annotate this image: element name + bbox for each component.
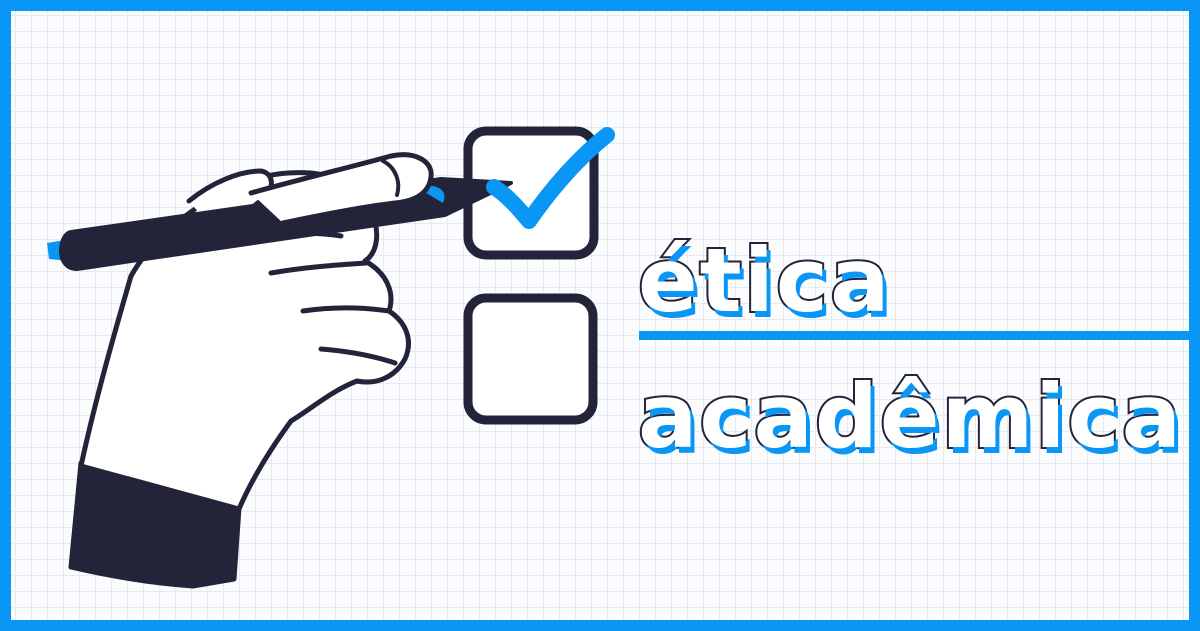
checklist-illustration bbox=[47, 126, 615, 589]
checkbox-empty-icon bbox=[463, 293, 598, 425]
title-line-2: acadêmica bbox=[636, 365, 1184, 468]
banner-frame: ética acadêmica bbox=[0, 0, 1200, 631]
title-line-1: ética bbox=[636, 229, 892, 332]
title-divider bbox=[639, 331, 1189, 340]
